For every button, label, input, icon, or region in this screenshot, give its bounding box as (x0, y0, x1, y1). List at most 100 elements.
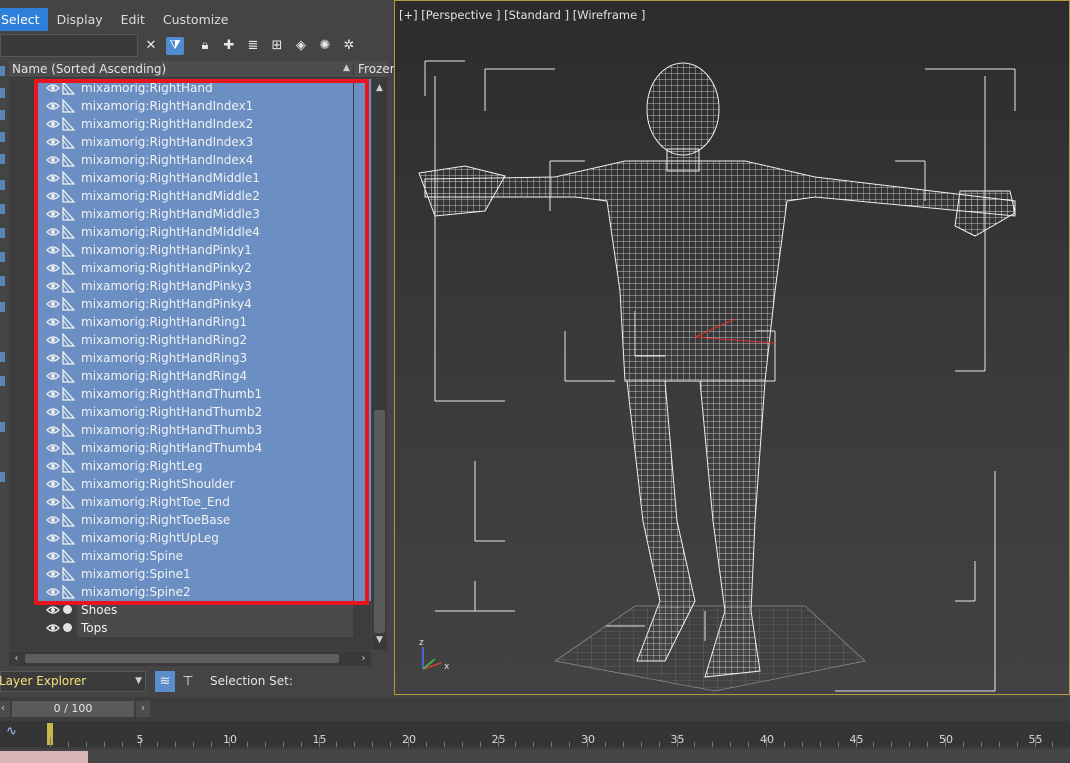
frame-display[interactable]: 0 / 100 (12, 701, 134, 717)
timeline-tick (962, 742, 964, 747)
row-background (77, 619, 353, 637)
axis-x-label: x (444, 662, 450, 672)
timeline-tick (604, 742, 606, 747)
column-header[interactable]: Name (Sorted Ascending) ▲ Frozen (9, 61, 397, 78)
eye-icon[interactable] (46, 622, 60, 634)
timeline-tick (85, 742, 87, 747)
timeline-tick (801, 742, 803, 747)
strip-chip[interactable] (0, 276, 5, 286)
scroll-left-icon[interactable]: ‹ (9, 651, 24, 666)
menu-display[interactable]: Display (48, 8, 112, 31)
menu-edit[interactable]: Edit (112, 8, 154, 31)
layers-icon[interactable]: ◈ (292, 37, 310, 55)
timeline-tick (372, 742, 374, 747)
timeline-tick (157, 742, 159, 747)
timeline-tick (211, 742, 213, 747)
status-field[interactable] (0, 751, 88, 763)
curve-editor-icon[interactable]: ∿ (6, 724, 17, 739)
vertical-scroll-thumb[interactable] (374, 410, 385, 633)
filter-icon[interactable]: ⧩ (166, 37, 184, 55)
column-name-header[interactable]: Name (Sorted Ascending) (12, 62, 166, 76)
timeline-tick-label: 5 (136, 733, 144, 746)
scroll-up-icon[interactable]: ▲ (372, 81, 387, 96)
strip-chip[interactable] (0, 110, 5, 120)
timeline-tick (425, 742, 427, 747)
prev-frame-icon[interactable]: ‹ (0, 701, 10, 717)
viewport-label-menu[interactable]: [+] [Perspective ] [Standard ] [Wirefram… (399, 8, 645, 22)
timeline-tick (515, 742, 517, 747)
timeline-tick (246, 742, 248, 747)
strip-chip[interactable] (0, 376, 5, 386)
explorer-side-strip (0, 62, 6, 502)
strip-chip[interactable] (0, 302, 5, 312)
timeline-tick (264, 742, 266, 747)
strip-chip[interactable] (0, 228, 5, 238)
horizontal-scrollbar[interactable]: ‹ › (9, 651, 371, 666)
vertical-scrollbar[interactable]: ▲ ▼ (372, 79, 387, 650)
menu-customize[interactable]: Customize (154, 8, 238, 31)
timeline-tick (533, 742, 535, 747)
perspective-viewport[interactable]: z x [+] [Perspective ] [Standard ] [Wire… (394, 0, 1070, 695)
character-wireframe (418, 62, 1016, 678)
hierarchy-icon[interactable]: ⊞ (268, 37, 286, 55)
timeline-tick (103, 742, 105, 747)
timeline-tick (50, 737, 51, 747)
timeline-tick (748, 742, 750, 747)
close-icon[interactable]: ✕ (142, 37, 160, 55)
timeline-tick (658, 742, 660, 747)
timeline-tick (354, 742, 356, 747)
scene-explorer-panel: Select Display Edit Customize ✕ ⧩ 🔒︎ ✚ ≣… (0, 0, 397, 695)
timeline-tick (730, 742, 732, 747)
mesh-object-icon (63, 623, 72, 632)
bone-filter-icon[interactable]: ✲ (340, 37, 358, 55)
strip-chip[interactable] (0, 352, 5, 362)
horizontal-scroll-thumb[interactable] (25, 654, 339, 663)
timeline-tick-label: 50 (939, 733, 953, 746)
explorer-type-dropdown[interactable]: Layer Explorer ▼ (0, 671, 146, 692)
strip-chip[interactable] (0, 252, 5, 262)
search-input[interactable] (0, 34, 138, 57)
scroll-down-icon[interactable]: ▼ (372, 633, 387, 648)
timeline-ruler[interactable]: ∿ 5 10 15 20 25 30 35 40 45 50 55 (0, 721, 1070, 747)
strip-chip[interactable] (0, 154, 5, 164)
timeline-tick (300, 742, 302, 747)
scroll-right-icon[interactable]: › (356, 651, 371, 666)
timeline-tick-label: 35 (670, 733, 685, 746)
layers-toggle-icon[interactable]: ≋ (155, 671, 175, 692)
strip-chip[interactable] (0, 88, 5, 98)
timeline-tick (819, 742, 821, 747)
light-icon[interactable]: ✺ (316, 37, 334, 55)
strip-chip[interactable] (0, 422, 5, 432)
hierarchy-toggle-icon[interactable]: ⊤ (178, 671, 198, 692)
layer-stack-icon[interactable]: ≣ (244, 37, 262, 55)
timeline-tick (390, 742, 392, 747)
mesh-object-icon (63, 605, 72, 614)
lock-icon[interactable]: 🔒︎ (196, 37, 214, 55)
wireframe-scene: z x (418, 60, 1016, 692)
strip-chip[interactable] (0, 66, 5, 76)
row-label: Shoes (81, 603, 118, 617)
strip-chip[interactable] (0, 180, 5, 190)
timeline-tick (67, 742, 69, 747)
timeline-tick-label: 30 (581, 733, 595, 746)
tree-row[interactable]: Tops (9, 619, 371, 637)
next-frame-icon[interactable]: › (136, 701, 150, 717)
row-label: Tops (81, 621, 108, 635)
add-icon[interactable]: ✚ (220, 37, 238, 55)
timeline-tick (479, 742, 481, 747)
timeline-tick (175, 742, 177, 747)
eye-icon[interactable] (46, 604, 60, 616)
time-slider[interactable]: ‹ 0 / 100 › (0, 699, 150, 719)
strip-chip[interactable] (0, 204, 5, 214)
timeline-tick (461, 742, 463, 747)
explorer-type-value: Layer Explorer (0, 674, 87, 688)
menu-select[interactable]: Select (0, 8, 48, 31)
strip-chip[interactable] (0, 472, 5, 482)
axis-tripod-icon: z x (419, 638, 450, 672)
strip-chip[interactable] (0, 132, 5, 142)
timeline-tick (1016, 742, 1018, 747)
timeline-tick-label: 10 (223, 733, 237, 746)
timeline-tick (980, 742, 982, 747)
column-frozen-header[interactable]: Frozen (353, 62, 397, 76)
timeline-tick (694, 742, 696, 747)
